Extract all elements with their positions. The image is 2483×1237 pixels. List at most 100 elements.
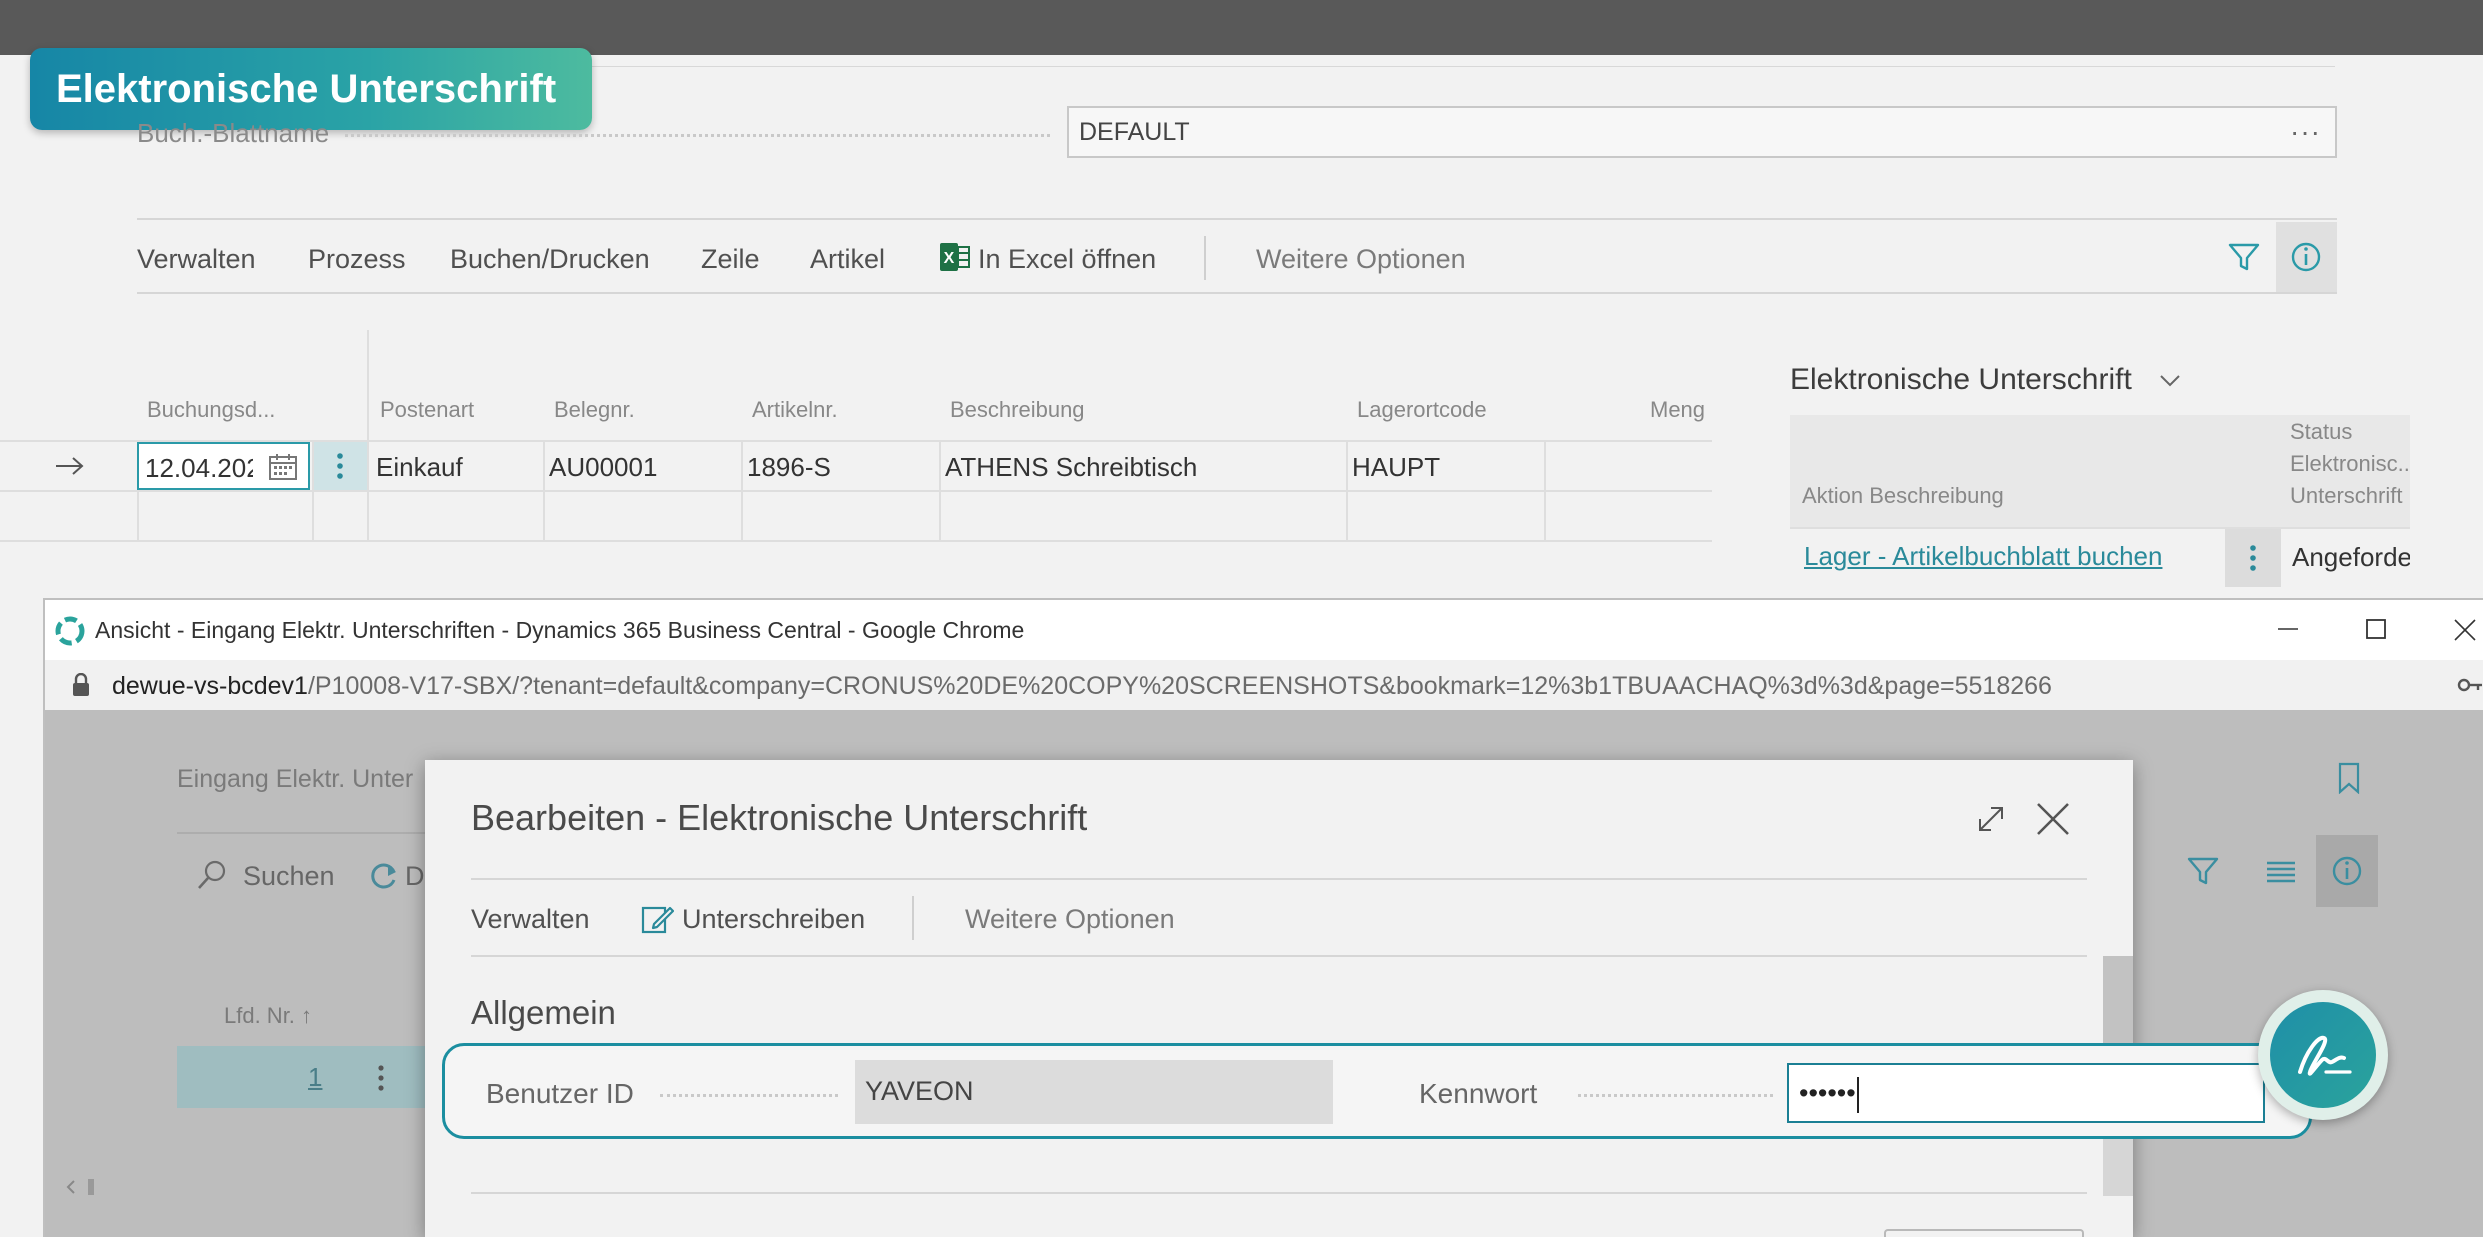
behind-search-action[interactable]: Suchen bbox=[243, 861, 335, 892]
dynamics-logo-icon bbox=[55, 616, 85, 652]
refresh-icon bbox=[368, 860, 400, 897]
more-vertical-icon[interactable] bbox=[366, 1058, 396, 1103]
col-item-no[interactable]: Artikelnr. bbox=[752, 397, 838, 423]
cell-item-no[interactable]: 1896-S bbox=[747, 452, 831, 483]
chrome-url-text: dewue-vs-bcdev1/P10008-V17-SBX/?tenant=d… bbox=[112, 672, 2052, 701]
journal-name-value: DEFAULT bbox=[1079, 118, 1190, 146]
action-manage[interactable]: Verwalten bbox=[137, 244, 256, 275]
chrome-title-bar[interactable]: Ansicht - Eingang Elektr. Unterschriften… bbox=[45, 600, 2483, 660]
chrome-window-title: Ansicht - Eingang Elektr. Unterschriften… bbox=[95, 617, 1025, 643]
col-description[interactable]: Beschreibung bbox=[950, 397, 1085, 423]
more-vertical-icon bbox=[337, 453, 343, 479]
lookup-button[interactable]: ··· bbox=[2290, 108, 2321, 156]
behind-col-lfd-nr[interactable]: Lfd. Nr. ↑ bbox=[224, 1003, 312, 1029]
col-entry-type[interactable]: Postenart bbox=[380, 397, 474, 423]
list-icon[interactable] bbox=[2264, 855, 2298, 892]
cell-entry-type[interactable]: Einkauf bbox=[376, 452, 463, 483]
key-icon[interactable] bbox=[2457, 674, 2483, 703]
action-open-excel[interactable]: In Excel öffnen bbox=[978, 244, 1156, 275]
filter-icon[interactable] bbox=[2185, 853, 2221, 894]
action-post-print[interactable]: Buchen/Drucken bbox=[450, 244, 650, 275]
action-more-options[interactable]: Weitere Optionen bbox=[1256, 244, 1466, 275]
dialog-action-more-options[interactable]: Weitere Optionen bbox=[965, 904, 1175, 935]
col-quantity[interactable]: Meng bbox=[1650, 397, 1710, 423]
action-separator bbox=[1204, 236, 1206, 280]
url-path: /P10008-V17-SBX/?tenant=default&company=… bbox=[307, 672, 2052, 700]
bookmark-icon[interactable] bbox=[2337, 762, 2361, 799]
excel-icon: X bbox=[940, 241, 970, 273]
expand-icon[interactable] bbox=[1974, 802, 2008, 841]
minimize-icon[interactable] bbox=[2277, 618, 2299, 646]
col-document-no[interactable]: Belegnr. bbox=[554, 397, 635, 423]
grid-row-border bbox=[0, 490, 1712, 492]
dialog-action-separator bbox=[912, 896, 914, 940]
grid-col-border bbox=[1544, 440, 1546, 542]
dialog-action-sign[interactable]: Unterschreiben bbox=[682, 904, 865, 935]
factbox-col-status-line2: Elektronisc... bbox=[2290, 451, 2410, 476]
chevron-down-icon[interactable] bbox=[2158, 370, 2182, 390]
dialog-section-bottom-border bbox=[471, 1192, 2087, 1194]
info-icon bbox=[2332, 856, 2362, 886]
grid-col-border bbox=[939, 440, 941, 542]
behind-page-title: Eingang Elektr. Unter bbox=[177, 765, 414, 793]
field-dots bbox=[660, 1094, 838, 1097]
info-button[interactable] bbox=[2276, 222, 2337, 292]
grid-row-border bbox=[0, 540, 1712, 542]
dialog-action-manage[interactable]: Verwalten bbox=[471, 904, 590, 935]
factbox-title[interactable]: Elektronische Unterschrift bbox=[1790, 363, 2132, 397]
posting-date-input[interactable]: 12.04.202 bbox=[137, 442, 310, 490]
factbox-action-link[interactable]: Lager - Artikelbuchblatt buchen bbox=[1804, 541, 2162, 572]
grid-col-border bbox=[741, 440, 743, 542]
chrome-address-bar[interactable]: dewue-vs-bcdev1/P10008-V17-SBX/?tenant=d… bbox=[45, 660, 2483, 710]
more-vertical-icon bbox=[2250, 545, 2256, 571]
dialog-button-partial[interactable] bbox=[1884, 1229, 2084, 1237]
behind-info-button[interactable] bbox=[2316, 835, 2378, 907]
grid-col-border bbox=[543, 440, 545, 542]
close-window-icon[interactable] bbox=[2453, 618, 2477, 648]
behind-action-partial: D bbox=[405, 861, 425, 891]
password-input[interactable]: •••••• bbox=[1787, 1063, 2265, 1123]
factbox-status-value: Angeforde bbox=[2292, 542, 2410, 572]
col-posting-date[interactable]: Buchungsd... bbox=[147, 397, 275, 423]
row-menu-button[interactable] bbox=[314, 442, 367, 490]
action-process[interactable]: Prozess bbox=[308, 244, 406, 275]
action-item[interactable]: Artikel bbox=[810, 244, 885, 275]
user-id-field: YAVEON bbox=[855, 1060, 1333, 1124]
grid-col-border bbox=[1346, 440, 1348, 542]
search-icon bbox=[195, 858, 229, 897]
field-dots bbox=[345, 134, 1050, 137]
factbox-row-border bbox=[1790, 527, 2410, 529]
svg-text:X: X bbox=[944, 250, 955, 267]
grid-freeze-divider bbox=[367, 330, 369, 542]
password-value: •••••• bbox=[1799, 1078, 1856, 1108]
signature-fab[interactable] bbox=[2258, 990, 2388, 1120]
factbox-col-action: Aktion Beschreibung bbox=[1802, 483, 2004, 508]
action-bar-top-border bbox=[137, 218, 2337, 220]
horizontal-scrollbar[interactable] bbox=[60, 1176, 390, 1198]
action-bar-bottom-border bbox=[137, 292, 2337, 294]
filter-icon[interactable] bbox=[2226, 239, 2262, 275]
dialog-actionbar-top-border bbox=[471, 878, 2087, 880]
maximize-icon[interactable] bbox=[2365, 618, 2387, 646]
sign-edit-icon bbox=[640, 902, 675, 941]
url-host: dewue-vs-bcdev1 bbox=[112, 672, 308, 700]
section-general-title[interactable]: Allgemein bbox=[471, 994, 616, 1032]
signature-icon bbox=[2270, 1002, 2376, 1108]
col-location-code[interactable]: Lagerortcode bbox=[1357, 397, 1487, 423]
calendar-icon[interactable] bbox=[268, 453, 298, 486]
cell-description[interactable]: ATHENS Schreibtisch bbox=[945, 452, 1197, 483]
factbox-row-menu-button[interactable] bbox=[2225, 529, 2281, 587]
factbox-col-status-line3: Unterschrift bbox=[2290, 483, 2403, 508]
cell-document-no[interactable]: AU00001 bbox=[549, 452, 657, 483]
behind-actionbar-border bbox=[177, 832, 427, 834]
action-line[interactable]: Zeile bbox=[701, 244, 760, 275]
journal-name-input[interactable]: DEFAULT ··· bbox=[1067, 106, 2337, 158]
cell-location-code[interactable]: HAUPT bbox=[1352, 452, 1440, 483]
info-icon bbox=[2291, 242, 2321, 272]
text-cursor bbox=[1856, 1076, 1859, 1113]
user-id-label: Benutzer ID bbox=[486, 1078, 634, 1109]
behind-row-number-link[interactable]: 1 bbox=[308, 1062, 322, 1093]
password-label: Kennwort bbox=[1419, 1078, 1538, 1109]
close-dialog-icon[interactable] bbox=[2034, 800, 2072, 843]
dialog-actionbar-bottom-border bbox=[471, 955, 2087, 957]
